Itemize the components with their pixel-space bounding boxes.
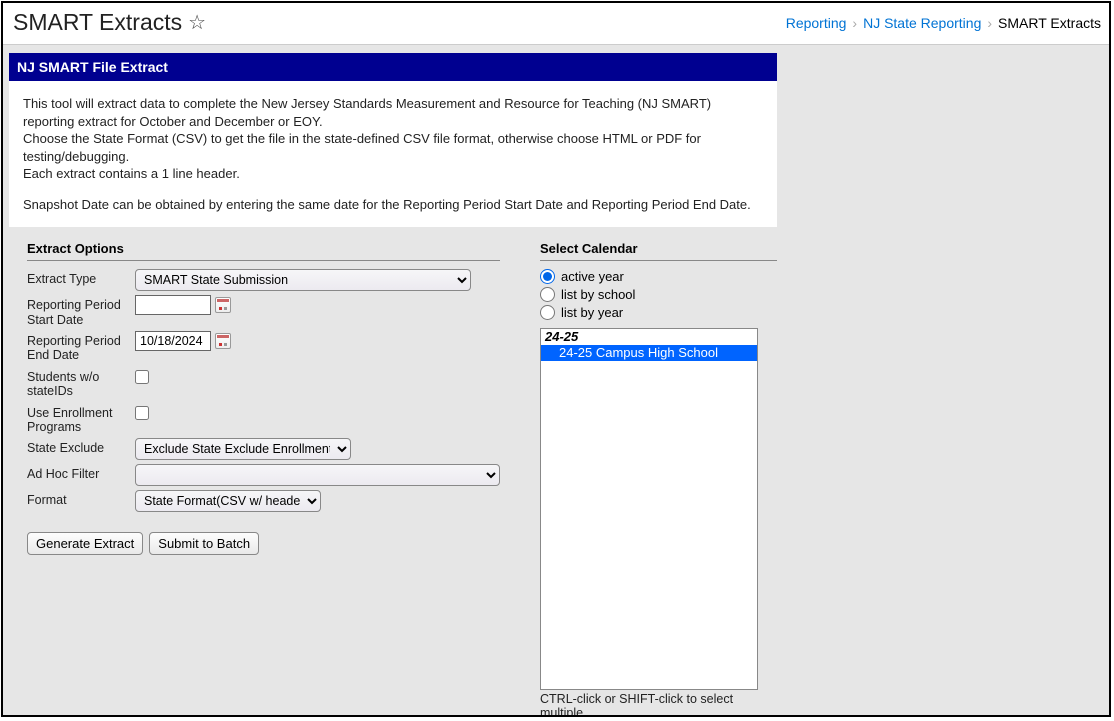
end-date-input[interactable] — [135, 331, 211, 351]
list-by-school-radio[interactable] — [540, 287, 555, 302]
active-year-label: active year — [561, 269, 624, 284]
content-area: NJ SMART File Extract This tool will ext… — [3, 45, 1109, 715]
list-item[interactable]: 24-25 Campus High School — [541, 345, 757, 361]
breadcrumb: Reporting › NJ State Reporting › SMART E… — [786, 15, 1101, 31]
header-bar: SMART Extracts ☆ Reporting › NJ State Re… — [3, 3, 1109, 45]
end-date-label: Reporting Period End Date — [27, 331, 135, 363]
page-title: SMART Extracts — [13, 9, 182, 36]
chevron-right-icon: › — [852, 15, 857, 31]
header-left: SMART Extracts ☆ — [13, 9, 206, 36]
format-label: Format — [27, 490, 135, 507]
chevron-right-icon: › — [987, 15, 992, 31]
breadcrumb-current: SMART Extracts — [998, 15, 1101, 31]
students-wo-stateids-checkbox[interactable] — [135, 370, 149, 384]
list-year-header: 24-25 — [541, 329, 757, 345]
extract-type-label: Extract Type — [27, 269, 135, 286]
calendar-icon[interactable] — [215, 333, 231, 349]
students-wo-stateids-label: Students w/o stateIDs — [27, 367, 135, 399]
use-enrollment-checkbox[interactable] — [135, 406, 149, 420]
ad-hoc-filter-label: Ad Hoc Filter — [27, 464, 135, 481]
active-year-radio[interactable] — [540, 269, 555, 284]
intro-line3: Each extract contains a 1 line header. — [23, 165, 763, 183]
list-by-year-radio[interactable] — [540, 305, 555, 320]
breadcrumb-reporting[interactable]: Reporting — [786, 15, 847, 31]
state-exclude-label: State Exclude — [27, 438, 135, 455]
generate-extract-button[interactable]: Generate Extract — [27, 532, 143, 555]
star-icon[interactable]: ☆ — [188, 13, 206, 33]
calendar-icon[interactable] — [215, 297, 231, 313]
info-box: This tool will extract data to complete … — [9, 81, 777, 227]
state-exclude-select[interactable]: Exclude State Exclude Enrollments — [135, 438, 351, 460]
select-calendar-heading: Select Calendar — [540, 241, 777, 261]
submit-to-batch-button[interactable]: Submit to Batch — [149, 532, 259, 555]
calendar-listbox[interactable]: 24-25 24-25 Campus High School — [540, 328, 758, 690]
use-enrollment-label: Use Enrollment Programs — [27, 403, 135, 435]
intro-line2: Choose the State Format (CSV) to get the… — [23, 130, 763, 165]
extract-options-heading: Extract Options — [27, 241, 500, 261]
start-date-input[interactable] — [135, 295, 211, 315]
ad-hoc-filter-select[interactable] — [135, 464, 500, 486]
intro-line4: Snapshot Date can be obtained by enterin… — [23, 196, 763, 214]
list-by-year-label: list by year — [561, 305, 623, 320]
panel-header: NJ SMART File Extract — [9, 53, 777, 81]
list-by-school-label: list by school — [561, 287, 635, 302]
extract-type-select[interactable]: SMART State Submission — [135, 269, 471, 291]
breadcrumb-state-reporting[interactable]: NJ State Reporting — [863, 15, 981, 31]
start-date-label: Reporting Period Start Date — [27, 295, 135, 327]
ctrl-shift-hint: CTRL-click or SHIFT-click to select mult… — [540, 692, 777, 715]
format-select[interactable]: State Format(CSV w/ header) — [135, 490, 321, 512]
intro-line1: This tool will extract data to complete … — [23, 95, 763, 130]
